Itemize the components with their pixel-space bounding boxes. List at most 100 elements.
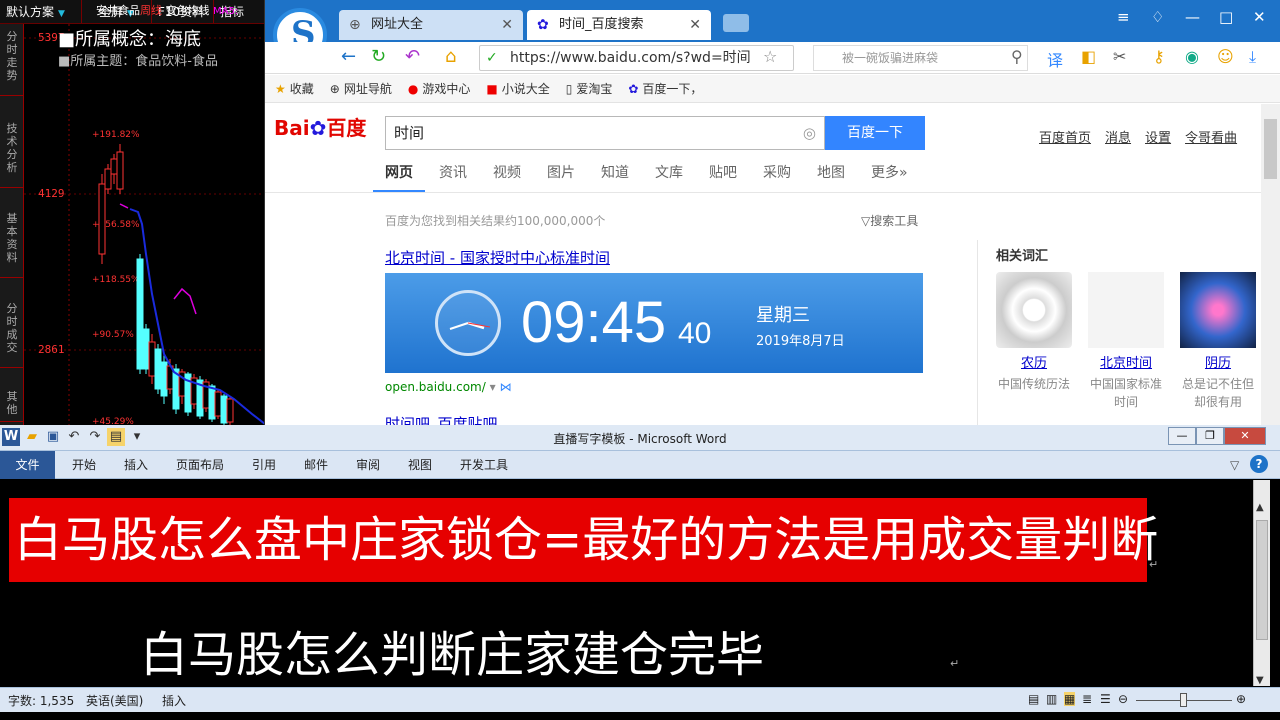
related-name[interactable]: 北京时间 xyxy=(1088,352,1164,371)
baidu-search-input[interactable]: 时间 ◎ xyxy=(385,116,825,150)
fav-novels[interactable]: ■ 小说大全 xyxy=(486,75,549,102)
tab-tieba[interactable]: 贴吧 xyxy=(709,162,737,193)
sidebar-item-intraday[interactable]: 分时走势 xyxy=(0,26,24,96)
restore-icon[interactable]: ❐ xyxy=(1196,427,1224,445)
back-icon[interactable]: ← xyxy=(341,46,356,67)
tab-insert[interactable]: 插入 xyxy=(124,451,148,479)
tab-video[interactable]: 视频 xyxy=(493,162,521,193)
close-window-icon[interactable]: ✕ xyxy=(1253,8,1266,26)
tab-more[interactable]: 更多» xyxy=(871,162,908,193)
print-layout-icon[interactable]: ▤ xyxy=(1028,692,1039,706)
tab-file[interactable]: 文件 xyxy=(0,451,55,479)
menu-icon[interactable]: ≡ xyxy=(1117,8,1130,26)
insert-mode-indicator[interactable]: 插入 xyxy=(162,692,186,709)
subtitle-line[interactable]: 白马股怎么判断庄家建仓完毕 xyxy=(140,615,764,685)
tab-mailings[interactable]: 邮件 xyxy=(304,451,328,479)
result-title-link[interactable]: 时间吧_百度贴吧 xyxy=(385,413,498,425)
baidu-search-button[interactable]: 百度一下 xyxy=(825,116,925,150)
scissors-icon[interactable]: ✂ xyxy=(1113,47,1126,66)
minimize-icon[interactable]: — xyxy=(1168,427,1196,445)
address-bar[interactable]: ✓ https://www.baidu.com/s?wd=时间 xyxy=(479,45,794,71)
result-url[interactable]: open.baidu.com/ ▾ ⋈ xyxy=(385,380,511,394)
search-tools-button[interactable]: ▽搜索工具 xyxy=(861,212,918,229)
scroll-down-icon[interactable]: ▼ xyxy=(1256,675,1264,686)
skin-icon[interactable]: ♢ xyxy=(1151,8,1164,26)
ext-icon[interactable]: ◧ xyxy=(1081,47,1096,66)
fav-url-nav[interactable]: ⊕ 网址导航 xyxy=(330,75,392,102)
refresh-icon[interactable]: ↻ xyxy=(371,46,386,67)
scroll-thumb[interactable] xyxy=(1264,119,1277,179)
link-messages[interactable]: 消息 xyxy=(1105,127,1131,146)
result-title-link[interactable]: 北京时间 - 国家授时中心标准时间 xyxy=(385,247,610,268)
candlestick-chart[interactable]: +191.82% +156.58% +118.55% +90.57% +45.2… xyxy=(24,24,264,425)
word-count[interactable]: 字数: 1,535 xyxy=(8,692,74,709)
zoom-in-icon[interactable]: ⊕ xyxy=(1236,692,1246,706)
side-search-input[interactable]: 被一碗饭骗进麻袋 xyxy=(813,45,1028,71)
language-indicator[interactable]: 英语(美国) xyxy=(86,692,143,709)
related-item[interactable]: 北京时间 中国国家标准时间 xyxy=(1088,272,1164,411)
fav-baidu[interactable]: ✿ 百度一下， xyxy=(628,75,702,102)
scroll-up-icon[interactable]: ▲ xyxy=(1256,502,1264,513)
baidu-logo[interactable]: Bai✿百度 xyxy=(274,112,366,141)
maximize-icon[interactable]: □ xyxy=(1219,8,1233,26)
sidebar-item-other[interactable]: 其他 xyxy=(0,386,24,422)
emoji-icon[interactable]: ☺ xyxy=(1217,47,1234,66)
stock-tab-default-scheme[interactable]: 默认方案 ▼ xyxy=(0,0,82,23)
tab-view[interactable]: 视图 xyxy=(408,451,432,479)
related-name[interactable]: 农历 xyxy=(996,352,1072,371)
link-baidu-home[interactable]: 百度首页 xyxy=(1039,127,1091,146)
related-item[interactable]: 农历 中国传统历法 xyxy=(996,272,1072,393)
tab-wenku[interactable]: 文库 xyxy=(655,162,683,193)
tab-review[interactable]: 审阅 xyxy=(356,451,380,479)
tab-zhidao[interactable]: 知道 xyxy=(601,162,629,193)
zoom-slider-thumb[interactable] xyxy=(1180,693,1187,707)
star-icon[interactable]: ☆ xyxy=(763,47,777,66)
tab-hao123[interactable]: ⊕ 网址大全 ✕ xyxy=(339,10,523,40)
word-vertical-scrollbar[interactable]: ▲ ▼ xyxy=(1253,480,1270,686)
inspect-icon[interactable]: ◉ xyxy=(1185,47,1199,66)
browser-scrollbar[interactable] xyxy=(1261,104,1280,425)
home-icon[interactable]: ⌂ xyxy=(445,46,456,67)
tab-baidu-search[interactable]: ✿ 时间_百度搜索 ✕ xyxy=(527,10,711,40)
fav-games[interactable]: ● 游戏中心 xyxy=(408,75,471,102)
outline-icon[interactable]: ≣ xyxy=(1082,692,1092,706)
download-icon[interactable]: ⤓ xyxy=(1249,47,1256,67)
close-icon[interactable]: ✕ xyxy=(1224,427,1266,445)
scroll-thumb[interactable] xyxy=(1256,520,1268,640)
link-settings[interactable]: 设置 xyxy=(1145,127,1171,146)
tab-purchase[interactable]: 采购 xyxy=(763,162,791,193)
dropdown-icon[interactable]: ▾ xyxy=(490,380,496,394)
tab-developer[interactable]: 开发工具 xyxy=(460,451,508,479)
fav-taobao[interactable]: ▯ 爱淘宝 xyxy=(566,75,613,102)
ribbon-collapse-icon[interactable]: ▽ xyxy=(1230,451,1239,479)
tab-images[interactable]: 图片 xyxy=(547,162,575,193)
new-tab-button[interactable] xyxy=(723,14,749,32)
minimize-icon[interactable]: — xyxy=(1185,8,1200,26)
fav-bookmarks[interactable]: ★ 收藏 xyxy=(275,75,314,102)
related-name[interactable]: 阴历 xyxy=(1180,352,1256,371)
help-icon[interactable]: ? xyxy=(1250,455,1268,473)
undo-icon[interactable]: ↶ xyxy=(405,46,420,67)
camera-icon[interactable]: ◎ xyxy=(803,117,816,149)
search-icon[interactable]: ⚲ xyxy=(1011,47,1023,66)
key-icon[interactable]: ⚷ xyxy=(1153,47,1165,66)
draft-icon[interactable]: ☰ xyxy=(1100,692,1111,706)
tab-references[interactable]: 引用 xyxy=(252,451,276,479)
tab-page-layout[interactable]: 页面布局 xyxy=(176,451,224,479)
tab-news[interactable]: 资讯 xyxy=(439,162,467,193)
tab-home[interactable]: 开始 xyxy=(72,451,96,479)
sidebar-item-technical[interactable]: 技术分析 xyxy=(0,118,24,188)
sidebar-item-fundamentals[interactable]: 基本资料 xyxy=(0,208,24,278)
related-item[interactable]: 阴历 总是记不住但却很有用 xyxy=(1180,272,1256,411)
snapshot-icon[interactable]: ⋈ xyxy=(499,380,511,394)
highlighted-title-line[interactable]: 白马股怎么盘中庄家锁仓=最好的方法是用成交量判断 xyxy=(9,498,1158,582)
close-icon[interactable]: ✕ xyxy=(689,10,701,40)
link-user[interactable]: 令哥看曲 xyxy=(1185,127,1237,146)
web-layout-icon[interactable]: ▦ xyxy=(1064,692,1076,706)
zoom-out-icon[interactable]: ⊖ xyxy=(1118,692,1128,706)
sidebar-item-trades[interactable]: 分时成交 xyxy=(0,298,24,368)
close-icon[interactable]: ✕ xyxy=(501,10,513,40)
translate-icon[interactable]: 译 xyxy=(1047,47,1063,71)
tab-map[interactable]: 地图 xyxy=(817,162,845,193)
fullscreen-read-icon[interactable]: ▥ xyxy=(1046,692,1057,706)
